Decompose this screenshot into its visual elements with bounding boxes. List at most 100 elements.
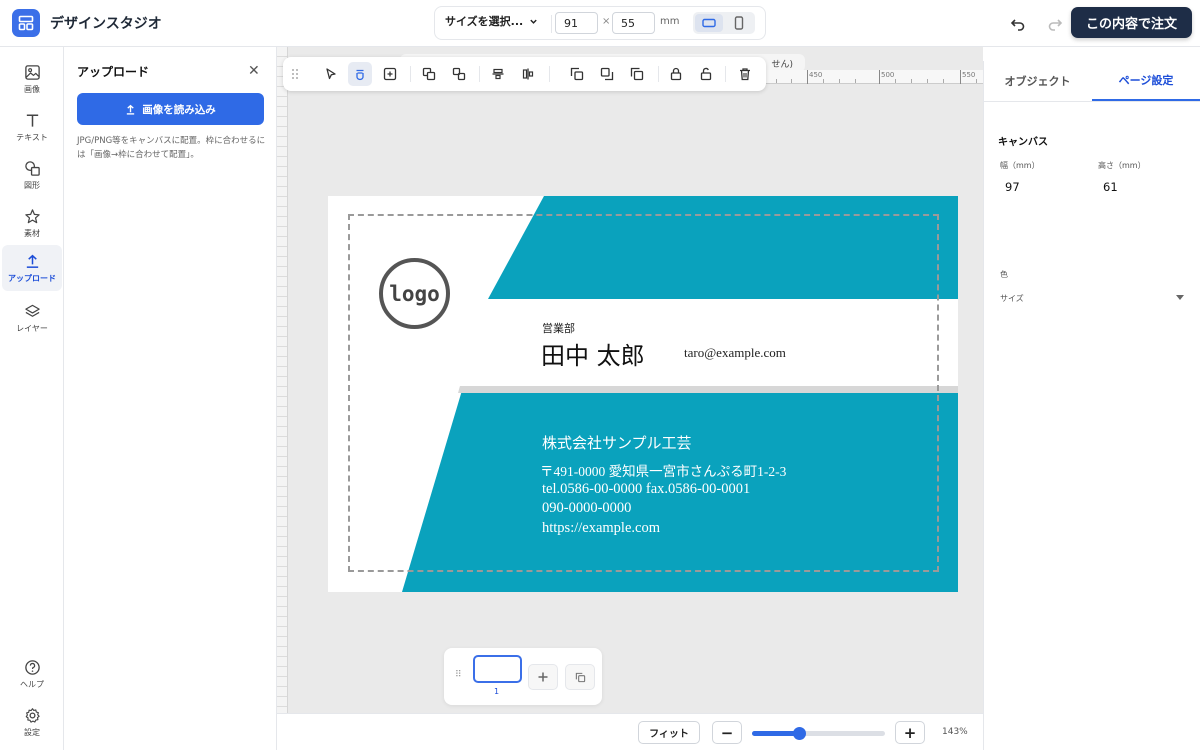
- grip-icon[interactable]: ⠿: [455, 670, 462, 680]
- canvas-width-value[interactable]: 97: [1005, 180, 1020, 194]
- add-box-button[interactable]: [378, 62, 402, 86]
- nav-item-label: テキスト: [16, 132, 48, 142]
- nav-item-upload[interactable]: アップロード: [2, 245, 62, 291]
- align-vertical-button[interactable]: [516, 62, 540, 86]
- url-text[interactable]: https://example.com: [542, 520, 660, 537]
- size-preset-select[interactable]: サイズを選択...: [445, 13, 538, 29]
- tab-object[interactable]: オブジェクト: [984, 61, 1091, 101]
- top-bar: デザインスタジオ サイズを選択... 91 × 55 mm この内容で注文: [0, 0, 1200, 47]
- nav-item-label: 図形: [24, 180, 40, 190]
- duplicate-button[interactable]: [625, 62, 649, 86]
- divider: [984, 101, 1200, 102]
- nav-item-label: ヘルプ: [20, 679, 44, 689]
- group-button[interactable]: [417, 62, 441, 86]
- order-button[interactable]: この内容で注文: [1071, 7, 1192, 38]
- times-sign: ×: [602, 16, 611, 27]
- copy-icon: [630, 67, 644, 81]
- mobile-text[interactable]: 090-0000-0000: [542, 500, 631, 517]
- company-text[interactable]: 株式会社サンプル工芸: [542, 432, 692, 453]
- help-icon: [24, 659, 40, 675]
- unlock-icon: [700, 67, 712, 81]
- bring-forward-button[interactable]: [565, 62, 589, 86]
- portrait-icon: [734, 16, 744, 30]
- caret-down-icon: [1176, 295, 1184, 300]
- ruler-tick: [943, 79, 944, 83]
- divider: [410, 66, 411, 82]
- gear-icon: [25, 707, 40, 723]
- height-input[interactable]: 55: [612, 12, 655, 34]
- properties-panel: オブジェクト ページ設定 キャンバス 幅（mm） 97 高さ（mm） 61 色 …: [983, 61, 1200, 750]
- close-icon[interactable]: ✕: [248, 64, 260, 78]
- tab-page-settings[interactable]: ページ設定: [1092, 61, 1200, 101]
- zoom-slider-fill: [752, 731, 799, 736]
- align-horizontal-button[interactable]: [486, 62, 510, 86]
- tel-fax-text[interactable]: tel.0586-00-0000 fax.0586-00-0001: [542, 481, 750, 498]
- send-backward-button[interactable]: [595, 62, 619, 86]
- select-tool-button[interactable]: [319, 62, 343, 86]
- zoom-in-button[interactable]: +: [895, 721, 925, 744]
- ruler-tick: [960, 70, 961, 84]
- department-text[interactable]: 営業部: [542, 320, 575, 336]
- upload-panel: アップロード ✕ 画像を読み込み JPG/PNG等をキャンバスに配置。枠に合わせ…: [64, 47, 277, 750]
- fit-button[interactable]: フィット: [638, 721, 700, 744]
- text-icon: [26, 114, 38, 127]
- upload-image-button[interactable]: 画像を読み込み: [77, 93, 264, 125]
- bring-forward-icon: [570, 67, 584, 81]
- nav-item-label: アップロード: [8, 273, 56, 283]
- width-input[interactable]: 91: [555, 12, 598, 34]
- nav-item-materials[interactable]: 素材: [0, 200, 64, 246]
- redo-button[interactable]: [1045, 14, 1065, 34]
- nav-item-help[interactable]: ヘルプ: [0, 651, 64, 697]
- color-label: 色: [1000, 270, 1008, 279]
- redo-icon: [1048, 19, 1063, 31]
- page-thumbnail[interactable]: [473, 655, 522, 683]
- nav-item-settings[interactable]: 設定: [0, 699, 64, 745]
- pointer-icon: [326, 68, 336, 80]
- name-text[interactable]: 田中 太郎: [541, 336, 645, 371]
- logo[interactable]: logo: [379, 258, 450, 329]
- object-toolbar: [283, 57, 766, 91]
- trash-icon: [740, 68, 750, 81]
- portrait-button[interactable]: [725, 14, 753, 32]
- upload-button-label: 画像を読み込み: [142, 103, 216, 116]
- delete-button[interactable]: [733, 62, 757, 86]
- address-text[interactable]: 〒491-0000 愛知県一宮市さんぷる町1-2-3: [540, 460, 786, 480]
- page-strip: ⠿ 1: [444, 648, 602, 705]
- unit-label: mm: [660, 16, 680, 27]
- size-select[interactable]: サイズ: [1000, 293, 1184, 304]
- nav-item-label: 設定: [24, 727, 40, 737]
- zoom-slider[interactable]: [752, 727, 885, 740]
- orientation-toggle: [693, 12, 755, 34]
- ungroup-button[interactable]: [447, 62, 471, 86]
- nav-item-image[interactable]: 画像: [0, 56, 64, 102]
- ruler-tick: [839, 79, 840, 83]
- undo-button[interactable]: [1008, 14, 1028, 34]
- divider: [549, 66, 550, 82]
- landscape-button[interactable]: [695, 14, 723, 32]
- panel-title: アップロード: [77, 65, 150, 79]
- nav-item-text[interactable]: テキスト: [0, 104, 64, 150]
- add-page-button[interactable]: [528, 664, 558, 690]
- email-text[interactable]: taro@example.com: [684, 345, 786, 361]
- drag-handle[interactable]: [285, 62, 305, 86]
- nav-item-shapes[interactable]: 図形: [0, 152, 64, 198]
- section-title: キャンバス: [998, 137, 1048, 148]
- unlock-button[interactable]: [694, 62, 718, 86]
- plus-square-icon: [383, 67, 397, 81]
- business-card[interactable]: logo 営業部 田中 太郎 taro@example.com 株式会社サンプル…: [328, 196, 958, 592]
- grip-icon: [292, 69, 298, 79]
- undo-icon: [1010, 19, 1025, 31]
- ruler-label: 550: [962, 71, 976, 79]
- star-icon: [24, 208, 40, 223]
- lock-button[interactable]: [664, 62, 688, 86]
- canvas-height-value[interactable]: 61: [1103, 180, 1118, 194]
- zoom-slider-knob[interactable]: [792, 727, 806, 740]
- duplicate-page-button[interactable]: [565, 664, 595, 690]
- nav-item-layers[interactable]: レイヤー: [0, 295, 64, 341]
- frame-tool-button[interactable]: [348, 62, 372, 86]
- frame-icon: [356, 69, 364, 81]
- upload-icon: [26, 254, 38, 268]
- zoom-out-button[interactable]: −: [712, 721, 742, 744]
- horizontal-ruler: 450 500 550: [766, 70, 983, 84]
- divider: [551, 15, 552, 33]
